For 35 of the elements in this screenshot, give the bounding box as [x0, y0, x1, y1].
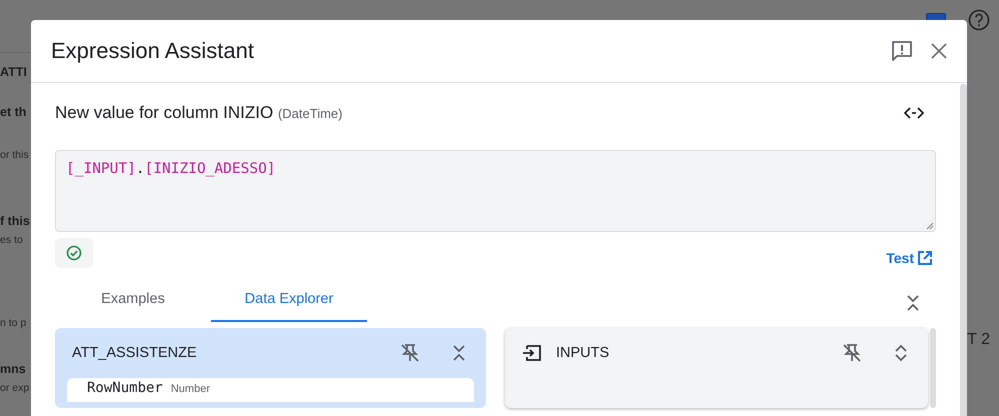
background-text: ATTI	[0, 66, 27, 79]
check-circle-icon	[66, 245, 82, 261]
test-link[interactable]: Test	[886, 250, 933, 266]
validation-button[interactable]	[55, 238, 93, 268]
background-text: mns	[0, 363, 26, 376]
external-link-icon	[917, 250, 933, 266]
field-type: Number	[170, 383, 210, 395]
subtitle: New value for column INIZIO (DateTime)	[55, 103, 344, 123]
background-text: et th	[0, 106, 26, 119]
dialog-title: Expression Assistant	[51, 38, 255, 64]
panel-title: INPUTS	[556, 345, 610, 361]
scrollbar[interactable]	[960, 84, 967, 416]
scrollbar[interactable]	[930, 328, 936, 408]
background-text: T 2	[967, 331, 990, 349]
code-icon[interactable]	[904, 106, 924, 120]
background-text: f this	[0, 215, 30, 228]
pin-off-icon[interactable]	[842, 343, 862, 363]
expression-field[interactable]: [_INPUT].[INIZIO_ADESSO]	[55, 150, 936, 232]
resize-handle-icon[interactable]	[926, 222, 934, 230]
background-text: or exp	[0, 382, 30, 395]
background-text: or this	[0, 149, 29, 162]
help-icon[interactable]	[968, 9, 990, 31]
collapse-icon[interactable]	[906, 294, 920, 312]
feedback-icon[interactable]	[891, 40, 913, 62]
collapse-icon[interactable]	[452, 344, 466, 362]
background-text: es to	[0, 234, 23, 247]
tab[interactable]: Data Explorer	[211, 278, 367, 322]
input-icon	[522, 345, 542, 361]
panel-title: ATT_ASSISTENZE	[72, 345, 198, 361]
expand-icon[interactable]	[894, 344, 908, 362]
pin-off-icon[interactable]	[400, 343, 420, 363]
tab[interactable]: Examples	[55, 278, 211, 322]
background-text: n to p	[0, 317, 26, 330]
close-icon[interactable]	[931, 43, 947, 59]
field-name: RowNumber	[87, 380, 163, 396]
